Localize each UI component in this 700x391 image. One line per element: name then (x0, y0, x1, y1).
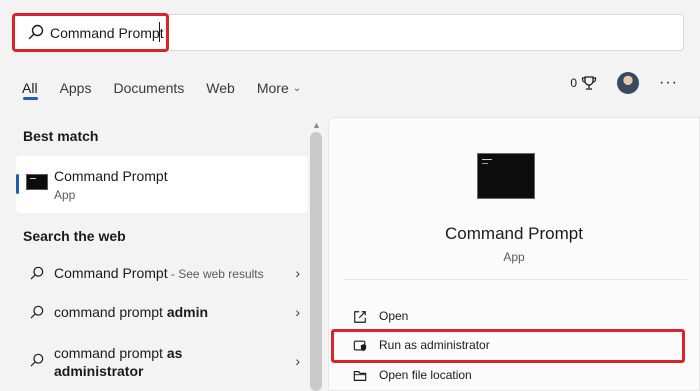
preview-title: Command Prompt (445, 224, 583, 243)
open-label: Open (379, 309, 409, 323)
tab-label: All (22, 80, 38, 96)
web-result-text: command prompt admin (54, 304, 208, 320)
scroll-up-arrow-icon[interactable]: ▲ (312, 120, 321, 130)
shield-icon (353, 340, 367, 352)
scrollbar-thumb[interactable] (310, 132, 322, 391)
search-input[interactable] (50, 22, 450, 44)
web-result-bold-line2: administrator (54, 363, 144, 379)
web-result-text: command prompt as administrator (54, 344, 182, 380)
web-result-main: command prompt (54, 304, 167, 320)
search-icon (30, 266, 44, 280)
search-icon (30, 353, 44, 367)
web-result-hint: - See web results (167, 267, 264, 281)
open-external-icon (354, 311, 366, 323)
search-web-heading: Search the web (23, 228, 126, 244)
search-icon (30, 305, 44, 319)
tab-label: More (256, 80, 289, 96)
web-result-main: Command Prompt (54, 265, 168, 281)
ellipsis-icon[interactable]: ··· (659, 74, 678, 92)
search-icon (28, 24, 44, 40)
chevron-right-icon: › (295, 304, 300, 320)
tab-documents[interactable]: Documents (113, 76, 184, 100)
chevron-right-icon: › (295, 353, 300, 369)
folder-icon (353, 371, 367, 381)
rewards-points: 0 (570, 76, 578, 90)
tab-label: Documents (113, 80, 185, 96)
divider (343, 279, 687, 280)
best-match-item[interactable]: Command Prompt App (16, 156, 308, 213)
run-as-administrator-label: Run as administrator (379, 338, 490, 352)
open-action[interactable]: Open (343, 303, 687, 331)
tab-more[interactable]: More ⌄ (257, 76, 301, 100)
text-caret (159, 22, 160, 42)
command-prompt-icon (477, 153, 535, 199)
best-match-title: Command Prompt (54, 168, 168, 184)
results-list: Best match Command Prompt App Search the… (14, 118, 308, 391)
run-as-administrator-action[interactable]: Run as administrator (343, 332, 687, 360)
web-result-item[interactable]: Command Prompt - See web results › (14, 256, 308, 292)
web-result-item[interactable]: command prompt as administrator › (14, 336, 308, 386)
chevron-right-icon: › (295, 265, 300, 281)
open-file-location-label: Open file location (379, 368, 472, 382)
tab-web[interactable]: Web (206, 76, 235, 100)
preview-panel: Command Prompt App Open Run as administr… (328, 117, 700, 391)
best-match-subtitle: App (54, 188, 76, 202)
best-match-heading: Best match (23, 128, 99, 144)
tab-apps[interactable]: Apps (60, 76, 92, 100)
filter-tabs: All Apps Documents Web More ⌄ (22, 76, 323, 100)
trophy-icon[interactable] (581, 75, 597, 91)
open-file-location-action[interactable]: Open file location (343, 362, 687, 390)
web-result-text: Command Prompt - See web results (54, 265, 264, 281)
web-result-main: command prompt (54, 345, 167, 361)
web-result-bold: as (166, 345, 183, 361)
chevron-down-icon: ⌄ (292, 82, 302, 94)
tab-label: Web (206, 80, 235, 96)
avatar[interactable] (617, 72, 640, 94)
preview-subtitle: App (503, 250, 525, 264)
web-result-item[interactable]: command prompt admin › (14, 295, 308, 331)
tab-label: Apps (59, 80, 92, 96)
web-result-bold: admin (166, 304, 209, 320)
selection-indicator (16, 174, 19, 194)
active-tab-indicator (23, 97, 38, 100)
header-tools: 0 ··· (570, 71, 678, 95)
command-prompt-icon (26, 174, 48, 190)
